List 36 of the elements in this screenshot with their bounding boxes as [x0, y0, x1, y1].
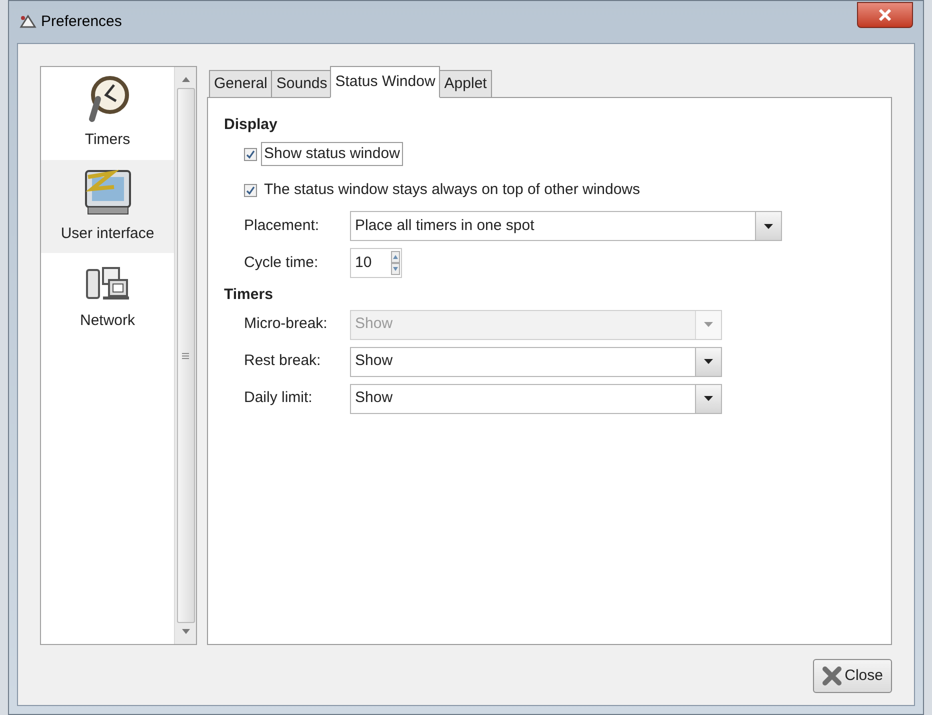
tab[interactable]: Status Window [330, 66, 440, 98]
window-title: Preferences [41, 12, 122, 32]
cross-icon [822, 666, 842, 686]
dropdown[interactable]: Show [350, 384, 722, 414]
dropdown-arrow-icon [764, 224, 773, 228]
tab[interactable]: General [209, 70, 272, 98]
scroll-up-icon [182, 77, 190, 82]
tab[interactable]: Sounds [271, 70, 332, 98]
close-button[interactable]: Close [812, 659, 892, 693]
tab[interactable]: Applet [439, 70, 492, 98]
dropdown-arrow-icon [704, 322, 713, 327]
scroll-thumb[interactable] [176, 88, 194, 623]
field-label: Rest break: [244, 351, 322, 372]
checkbox[interactable] [244, 148, 257, 160]
sidebar-item[interactable]: User interface [41, 160, 174, 253]
checkbox[interactable] [244, 184, 257, 196]
app-icon [19, 13, 37, 31]
dropdown-arrow-icon [704, 359, 713, 364]
section-heading: Timers [224, 285, 274, 305]
scroll-down-icon [182, 629, 190, 634]
scrollbar[interactable] [174, 67, 196, 644]
close-window-button[interactable] [857, 2, 913, 28]
spin-field[interactable]: 10 [350, 248, 402, 278]
checkbox-label[interactable]: Show status window [261, 142, 403, 166]
dropdown[interactable]: Show [350, 346, 722, 376]
dropdown[interactable]: Place all timers in one spot [350, 211, 782, 241]
close-icon [878, 8, 892, 22]
spin-arrows-icon[interactable] [390, 251, 400, 275]
field-label: Micro-break: [244, 314, 328, 334]
dropdown-arrow-icon [704, 396, 713, 401]
checkbox-label[interactable]: The status window stays always on top of other windows [261, 178, 644, 202]
field-label: Cycle time: [244, 252, 320, 273]
grip-icon [182, 352, 189, 358]
field-label: Daily limit: [244, 388, 314, 408]
field-label: Placement: [244, 216, 320, 236]
section-heading: Display [224, 115, 278, 135]
